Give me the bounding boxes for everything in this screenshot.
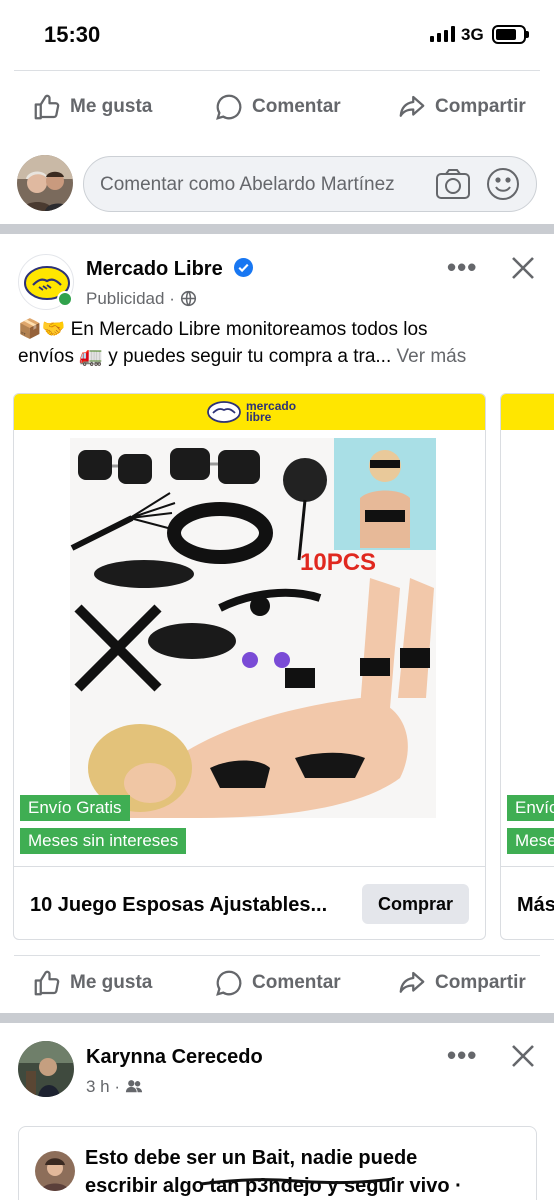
product-photo: 10PCS [70,438,436,818]
handshake-icon [207,401,241,423]
thumbs-up-icon [34,970,60,996]
comment-label: Comentar [252,96,341,117]
status-time: 15:30 [44,22,101,47]
post-actions-ad: Me gusta Comentar Compartir [0,955,554,1011]
ad-post-header: Mercado Libre Publicidad · ••• [0,234,554,314]
post-text-line1: 📦🤝 En Mercado Libre monitoreamos todos l… [18,319,428,340]
network-type: 3G [461,25,484,44]
share-label: Compartir [435,96,526,117]
more-options-icon[interactable]: ••• [447,252,477,283]
close-icon[interactable] [510,1043,536,1069]
comment-button[interactable]: Comentar [214,955,341,1011]
more-options-icon[interactable]: ••• [447,1040,477,1071]
status-bar: 15:30 3G [0,0,554,70]
shared-comment-box[interactable]: Esto debe ser un Bait, nadie puede escri… [18,1126,537,1200]
product-card-next[interactable]: Envío Gratis Meses sin intereses Más [500,393,554,940]
shared-comment-line1: Esto debe ser un Bait, nadie puede [85,1147,418,1169]
thumbs-up-icon [34,94,60,120]
post-text-line2: envíos 🚛 y puedes seguir tu compra a tra… [18,346,467,367]
battery-icon [492,25,529,44]
globe-icon [180,290,196,307]
like-label: Me gusta [70,96,153,117]
comment-composer: Comentar como Abelardo Martínez [0,152,554,216]
emoji-icon[interactable] [486,167,520,201]
author-avatar[interactable] [18,1041,74,1097]
verified-badge-icon [234,258,254,277]
product-title[interactable]: 10 Juego Esposas Ajustables... [30,894,327,917]
like-button[interactable]: Me gusta [32,79,152,135]
buy-button[interactable]: Comprar [362,884,469,924]
product-image[interactable]: 10PCS Envío Gratis Meses sin intereses [14,430,485,866]
close-icon[interactable] [510,255,536,281]
comment-label: Comentar [252,972,341,993]
badge-installments: Meses sin intereses [20,828,187,854]
card-footer: Más [501,866,554,939]
post-actions-top: Me gusta Comentar Compartir [0,79,554,135]
post-text: 📦🤝 En Mercado Libre monitoreamos todos l… [18,316,542,370]
image-overlay-text: 10PCS [300,549,376,576]
signal-icon [430,26,455,42]
comment-placeholder: Comentar como Abelardo Martínez [100,174,395,195]
brand-word-2: libre [246,410,272,424]
see-more-link[interactable]: Ver más [397,346,467,367]
post-meta: 3 h · [86,1077,143,1097]
share-button[interactable]: Compartir [397,955,526,1011]
friends-icon [125,1080,142,1093]
share-label: Compartir [435,972,526,993]
product-image[interactable]: Envío Gratis Meses sin intereses [501,430,554,866]
card-banner: mercado libre [14,394,485,430]
badge-free-shipping: Envío Gratis [20,795,130,821]
badge-installments: Meses sin intereses [507,828,554,854]
like-button[interactable]: Me gusta [32,955,152,1011]
comment-input[interactable]: Comentar como Abelardo Martínez [83,156,537,212]
scribble-mark [200,1177,394,1186]
feed-separator [0,224,554,234]
page-name[interactable]: Mercado Libre [86,258,254,281]
share-arrow-icon [399,95,425,117]
feed-separator [0,1013,554,1023]
comment-bubble-icon [216,94,242,120]
camera-icon[interactable] [435,167,471,201]
product-card[interactable]: mercado libre 10PCS Envío Gratis Meses s… [13,393,486,940]
user-avatar[interactable] [17,155,73,211]
mercado-libre-banner-logo: mercado libre [206,400,296,424]
author-name[interactable]: Karynna Cerecedo [86,1046,263,1069]
comment-bubble-icon [216,970,242,996]
like-label: Me gusta [70,972,153,993]
divider [14,70,540,71]
card-banner [501,394,554,430]
online-status-dot [57,291,73,307]
product-title[interactable]: Más [517,894,554,917]
sponsored-label: Publicidad [86,289,165,308]
badge-free-shipping: Envío Gratis [507,795,554,821]
share-button[interactable]: Compartir [397,79,526,135]
page-name-text: Mercado Libre [86,258,223,280]
post-time: 3 h [86,1077,110,1096]
comment-button[interactable]: Comentar [214,79,341,135]
commenter-avatar [35,1151,75,1191]
card-footer: 10 Juego Esposas Ajustables... Comprar [14,866,485,939]
post-meta: Publicidad · [86,289,197,309]
next-post-header: Karynna Cerecedo 3 h · ••• [0,1023,554,1113]
share-arrow-icon [399,971,425,993]
